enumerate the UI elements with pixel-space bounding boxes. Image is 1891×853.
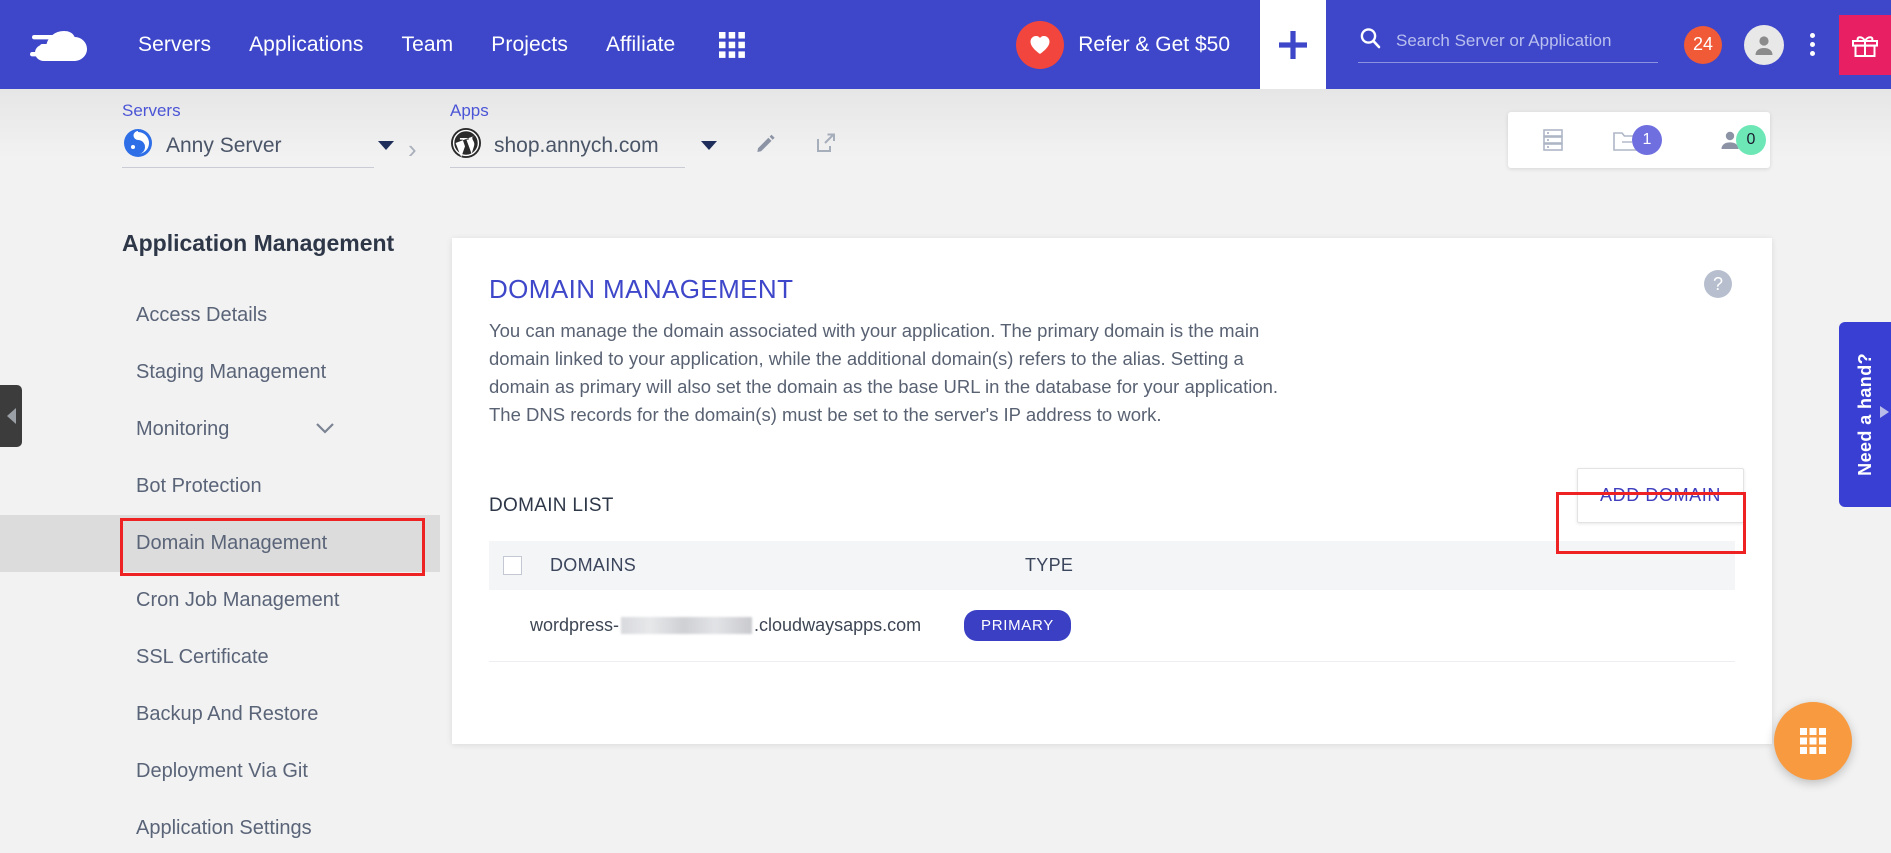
page-title: DOMAIN MANAGEMENT [489, 274, 794, 304]
sidebar-collapse-handle[interactable] [0, 385, 22, 447]
sidebar-item-label: Application Settings [136, 817, 312, 839]
primary-nav-links: Servers Applications Team Projects Affil… [138, 33, 675, 57]
sidebar-item-bot-protection[interactable]: Bot Protection [0, 458, 440, 515]
status-item-apps[interactable]: 1 [1612, 125, 1662, 155]
search-icon [1358, 26, 1382, 55]
notification-badge[interactable]: 24 [1684, 25, 1722, 64]
domain-list-heading: DOMAIN LIST [489, 495, 614, 516]
domain-table: DOMAINS TYPE wordpress- .cloudwaysapps.co… [489, 541, 1735, 662]
apps-grid-icon [1800, 728, 1826, 754]
need-a-hand-label: Need a hand? [1854, 353, 1875, 476]
select-all-checkbox[interactable] [503, 556, 522, 575]
app-selector[interactable]: shop.annych.com [450, 127, 837, 164]
users-count-badge: 0 [1736, 125, 1766, 155]
domain-prefix: wordpress- [530, 615, 620, 635]
triangle-left-icon [6, 408, 16, 424]
domain-suffix: .cloudwaysapps.com [754, 615, 922, 635]
app-name: shop.annych.com [494, 133, 659, 157]
breadcrumb-apps-label: Apps [450, 101, 489, 120]
status-item-users[interactable]: 0 [1718, 125, 1766, 155]
server-name: Anny Server [166, 133, 282, 157]
external-link-icon[interactable] [815, 132, 837, 159]
pencil-edit-icon[interactable] [755, 132, 777, 159]
sidebar-item-label: Domain Management [136, 532, 328, 554]
chevron-down-icon[interactable] [315, 420, 335, 440]
sidebar-item-deployment-via-git[interactable]: Deployment Via Git [0, 743, 440, 800]
sidebar-item-backup-and-restore[interactable]: Backup And Restore [0, 686, 440, 743]
quick-actions-fab[interactable] [1774, 702, 1852, 780]
apps-grid-icon[interactable] [717, 30, 747, 60]
breadcrumb-separator: › [408, 134, 417, 164]
search-container [1358, 26, 1658, 63]
need-a-hand-tab[interactable]: Need a hand? [1839, 322, 1891, 507]
user-avatar-icon[interactable] [1744, 24, 1784, 65]
status-badge: PRIMARY [964, 610, 1071, 641]
sidebar-item-monitoring[interactable]: Monitoring [0, 401, 440, 458]
status-summary-panel: 1 0 [1508, 112, 1770, 168]
card-description: You can manage the domain associated wit… [489, 320, 1279, 425]
sidebar-title: Application Management [122, 230, 395, 256]
nav-link-affiliate[interactable]: Affiliate [606, 33, 675, 57]
sidebar-item-label: Deployment Via Git [136, 760, 308, 782]
server-selector[interactable]: Anny Server [122, 127, 394, 164]
domain-management-card: DOMAIN MANAGEMENT ? You can manage the d… [452, 238, 1772, 744]
refer-label: Refer & Get $50 [1078, 32, 1230, 56]
sidebar-item-label: Staging Management [136, 361, 327, 383]
cloudways-logo[interactable] [30, 21, 108, 69]
server-field-underline [122, 167, 374, 168]
nav-link-team[interactable]: Team [402, 33, 454, 57]
breadcrumb-apps: Apps shop.annych.com [450, 101, 837, 168]
add-domain-button[interactable]: ADD DOMAIN [1576, 468, 1744, 523]
server-stack-icon [1543, 129, 1563, 151]
table-row[interactable]: wordpress- .cloudwaysapps.com PRIMARY [489, 590, 1735, 662]
server-cloud-icon [122, 127, 154, 164]
app-dropdown-caret-icon[interactable] [700, 141, 717, 150]
sidebar-item-label: Cron Job Management [136, 589, 340, 611]
redacted-domain-segment [621, 617, 753, 634]
sidebar-item-application-settings[interactable]: Application Settings [0, 800, 440, 853]
search-input[interactable] [1396, 30, 1658, 51]
gift-icon[interactable] [1839, 14, 1891, 75]
column-header-type: TYPE [1025, 555, 1074, 575]
nav-link-projects[interactable]: Projects [491, 33, 568, 57]
sidebar-item-staging-management[interactable]: Staging Management [0, 344, 440, 401]
sidebar-item-domain-management[interactable]: Domain Management [0, 515, 440, 572]
domain-name-cell: wordpress- .cloudwaysapps.com [489, 615, 964, 636]
wordpress-icon [450, 127, 482, 164]
server-dropdown-caret-icon[interactable] [377, 141, 394, 150]
add-new-button[interactable] [1260, 0, 1326, 89]
sidebar-item-label: Access Details [136, 304, 268, 326]
domain-table-header: DOMAINS TYPE [489, 541, 1735, 590]
refer-and-earn-button[interactable]: Refer & Get $50 [1016, 20, 1230, 69]
sidebar-item-label: Bot Protection [136, 475, 262, 497]
column-header-domains: DOMAINS [550, 555, 637, 575]
status-item-server[interactable] [1540, 127, 1566, 153]
sidebar-item-label: Monitoring [136, 418, 230, 440]
page-root: Servers Applications Team Projects Affil… [0, 0, 1891, 853]
nav-link-servers[interactable]: Servers [138, 33, 211, 57]
breadcrumb-servers-label: Servers [122, 101, 181, 120]
sidebar-item-label: SSL Certificate [136, 646, 269, 668]
app-field-underline [450, 167, 685, 168]
play-arrow-icon [1875, 403, 1891, 426]
more-vertical-icon[interactable] [1806, 29, 1819, 60]
sidebar-item-cron-job-management[interactable]: Cron Job Management [0, 572, 440, 629]
sidebar-item-label: Backup And Restore [136, 703, 319, 725]
nav-link-applications[interactable]: Applications [249, 33, 363, 57]
sidebar-item-ssl-certificate[interactable]: SSL Certificate [0, 629, 440, 686]
heart-icon [1016, 20, 1065, 69]
help-circle-icon[interactable]: ? [1704, 270, 1732, 298]
apps-count-badge: 1 [1632, 125, 1662, 155]
sidebar-item-access-details[interactable]: Access Details [0, 287, 440, 344]
application-management-sidebar: Application Management Access Details St… [0, 230, 440, 853]
breadcrumb-servers: Servers Anny Server [122, 101, 394, 168]
top-navigation-bar: Servers Applications Team Projects Affil… [0, 0, 1891, 89]
